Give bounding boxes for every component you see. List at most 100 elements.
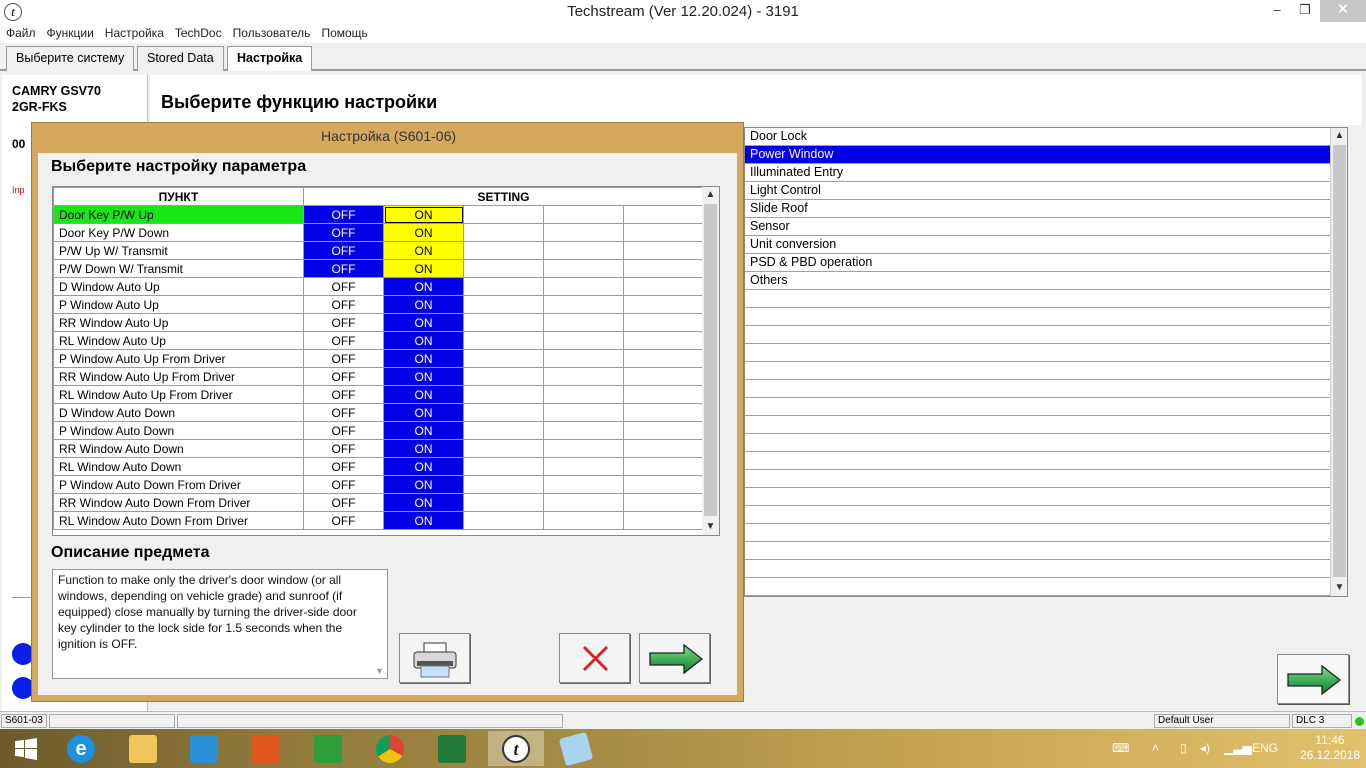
taskbar-app[interactable]: [550, 731, 602, 766]
menu-techdoc[interactable]: TechDoc: [169, 24, 227, 40]
table-row[interactable]: D Window Auto Down OFF ON: [53, 403, 704, 422]
table-row[interactable]: Door Key P/W Up OFF ON: [53, 205, 704, 224]
taskbar-techstream[interactable]: t: [488, 731, 544, 766]
function-list-item[interactable]: Power Window: [745, 146, 1330, 164]
setting-item-name[interactable]: P Window Auto Up From Driver: [53, 349, 304, 368]
table-row[interactable]: P Window Auto Down From Driver OFF ON: [53, 475, 704, 494]
setting-item-name[interactable]: D Window Auto Up: [53, 277, 304, 296]
table-row[interactable]: RR Window Auto Down From Driver OFF ON: [53, 493, 704, 512]
setting-item-name[interactable]: P Window Auto Up: [53, 295, 304, 314]
scroll-thumb[interactable]: [704, 204, 717, 516]
next-button[interactable]: [1277, 654, 1349, 704]
setting-item-name[interactable]: P Window Auto Down: [53, 421, 304, 440]
table-row[interactable]: P/W Down W/ Transmit OFF ON: [53, 259, 704, 278]
taskbar-paint[interactable]: [426, 731, 478, 766]
setting-off-cell[interactable]: OFF: [303, 313, 384, 332]
setting-off-cell[interactable]: OFF: [303, 439, 384, 458]
menu-functions[interactable]: Функции: [41, 24, 99, 40]
setting-off-cell[interactable]: OFF: [303, 511, 384, 530]
setting-on-cell[interactable]: ON: [383, 439, 464, 458]
setting-item-name[interactable]: P Window Auto Down From Driver: [53, 475, 304, 494]
setting-on-cell[interactable]: ON: [383, 385, 464, 404]
table-row[interactable]: P Window Auto Up From Driver OFF ON: [53, 349, 704, 368]
function-list-item[interactable]: Light Control: [745, 182, 1330, 200]
setting-off-cell[interactable]: OFF: [303, 421, 384, 440]
settings-scrollbar[interactable]: ▲ ▼: [702, 187, 719, 535]
setting-on-cell[interactable]: ON: [383, 313, 464, 332]
function-list-item[interactable]: Illuminated Entry: [745, 164, 1330, 182]
setting-on-cell[interactable]: ON: [383, 205, 464, 224]
language-indicator[interactable]: ENG: [1252, 729, 1278, 768]
setting-off-cell[interactable]: OFF: [303, 223, 384, 242]
battery-icon[interactable]: ▯: [1180, 729, 1187, 768]
setting-item-name[interactable]: RL Window Auto Up From Driver: [53, 385, 304, 404]
minimize-button[interactable]: –: [1262, 0, 1292, 22]
setting-off-cell[interactable]: OFF: [303, 205, 384, 224]
function-list-scrollbar[interactable]: ▲ ▼: [1330, 128, 1347, 596]
setting-off-cell[interactable]: OFF: [303, 403, 384, 422]
scroll-down-icon[interactable]: ▼: [1331, 580, 1347, 596]
function-list-item[interactable]: Door Lock: [745, 128, 1330, 146]
chevron-up-icon[interactable]: ˄: [1152, 729, 1159, 768]
setting-on-cell[interactable]: ON: [383, 223, 464, 242]
function-list-item[interactable]: PSD & PBD operation: [745, 254, 1330, 272]
menu-help[interactable]: Помощь: [315, 24, 372, 40]
table-row[interactable]: RR Window Auto Up From Driver OFF ON: [53, 367, 704, 386]
setting-item-name[interactable]: RL Window Auto Down: [53, 457, 304, 476]
setting-on-cell[interactable]: ON: [383, 277, 464, 296]
volume-icon[interactable]: ◂): [1200, 729, 1210, 768]
setting-item-name[interactable]: RR Window Auto Down From Driver: [53, 493, 304, 512]
setting-item-name[interactable]: RR Window Auto Up: [53, 313, 304, 332]
setting-off-cell[interactable]: OFF: [303, 457, 384, 476]
network-icon[interactable]: ▁▃▅: [1224, 729, 1252, 768]
table-row[interactable]: RR Window Auto Down OFF ON: [53, 439, 704, 458]
scroll-thumb[interactable]: [1333, 145, 1346, 577]
table-row[interactable]: RR Window Auto Up OFF ON: [53, 313, 704, 332]
scroll-up-icon[interactable]: ▲: [1331, 128, 1347, 144]
keyboard-icon[interactable]: ⌨: [1112, 729, 1129, 768]
function-list-item[interactable]: Sensor: [745, 218, 1330, 236]
setting-on-cell[interactable]: ON: [383, 367, 464, 386]
setting-item-name[interactable]: D Window Auto Down: [53, 403, 304, 422]
start-button[interactable]: [0, 731, 52, 766]
setting-item-name[interactable]: RR Window Auto Down: [53, 439, 304, 458]
setting-off-cell[interactable]: OFF: [303, 349, 384, 368]
setting-on-cell[interactable]: ON: [383, 511, 464, 530]
setting-off-cell[interactable]: OFF: [303, 259, 384, 278]
setting-on-cell[interactable]: ON: [383, 241, 464, 260]
table-row[interactable]: P Window Auto Up OFF ON: [53, 295, 704, 314]
menu-user[interactable]: Пользователь: [227, 24, 316, 40]
tab-customize[interactable]: Настройка: [227, 46, 313, 71]
table-row[interactable]: Door Key P/W Down OFF ON: [53, 223, 704, 242]
table-row[interactable]: D Window Auto Up OFF ON: [53, 277, 704, 296]
scroll-up-icon[interactable]: ▲: [702, 187, 719, 203]
taskbar-photos[interactable]: [240, 731, 292, 766]
setting-item-name[interactable]: P/W Down W/ Transmit: [53, 259, 304, 278]
close-window-button[interactable]: ✕: [1320, 0, 1366, 22]
setting-item-name[interactable]: RL Window Auto Up: [53, 331, 304, 350]
setting-off-cell[interactable]: OFF: [303, 367, 384, 386]
tab-select-system[interactable]: Выберите систему: [6, 46, 135, 71]
function-list-item[interactable]: Unit conversion: [745, 236, 1330, 254]
setting-on-cell[interactable]: ON: [383, 493, 464, 512]
setting-on-cell[interactable]: ON: [383, 295, 464, 314]
setting-off-cell[interactable]: OFF: [303, 295, 384, 314]
table-row[interactable]: RL Window Auto Down OFF ON: [53, 457, 704, 476]
setting-off-cell[interactable]: OFF: [303, 475, 384, 494]
setting-on-cell[interactable]: ON: [383, 475, 464, 494]
setting-on-cell[interactable]: ON: [383, 349, 464, 368]
tab-stored-data[interactable]: Stored Data: [137, 46, 224, 71]
setting-item-name[interactable]: Door Key P/W Up: [53, 205, 304, 224]
taskbar-chrome[interactable]: [364, 731, 416, 766]
setting-on-cell[interactable]: ON: [383, 331, 464, 350]
setting-on-cell[interactable]: ON: [383, 421, 464, 440]
input-link-fragment[interactable]: Inp: [12, 185, 25, 195]
menu-file[interactable]: Файл: [0, 24, 41, 40]
table-row[interactable]: RL Window Auto Up OFF ON: [53, 331, 704, 350]
table-row[interactable]: RL Window Auto Down From Driver OFF ON: [53, 511, 704, 530]
function-list-item[interactable]: Slide Roof: [745, 200, 1330, 218]
taskbar-touch[interactable]: [178, 731, 230, 766]
table-row[interactable]: P/W Up W/ Transmit OFF ON: [53, 241, 704, 260]
setting-on-cell[interactable]: ON: [383, 259, 464, 278]
menu-settings[interactable]: Настройка: [99, 24, 169, 40]
